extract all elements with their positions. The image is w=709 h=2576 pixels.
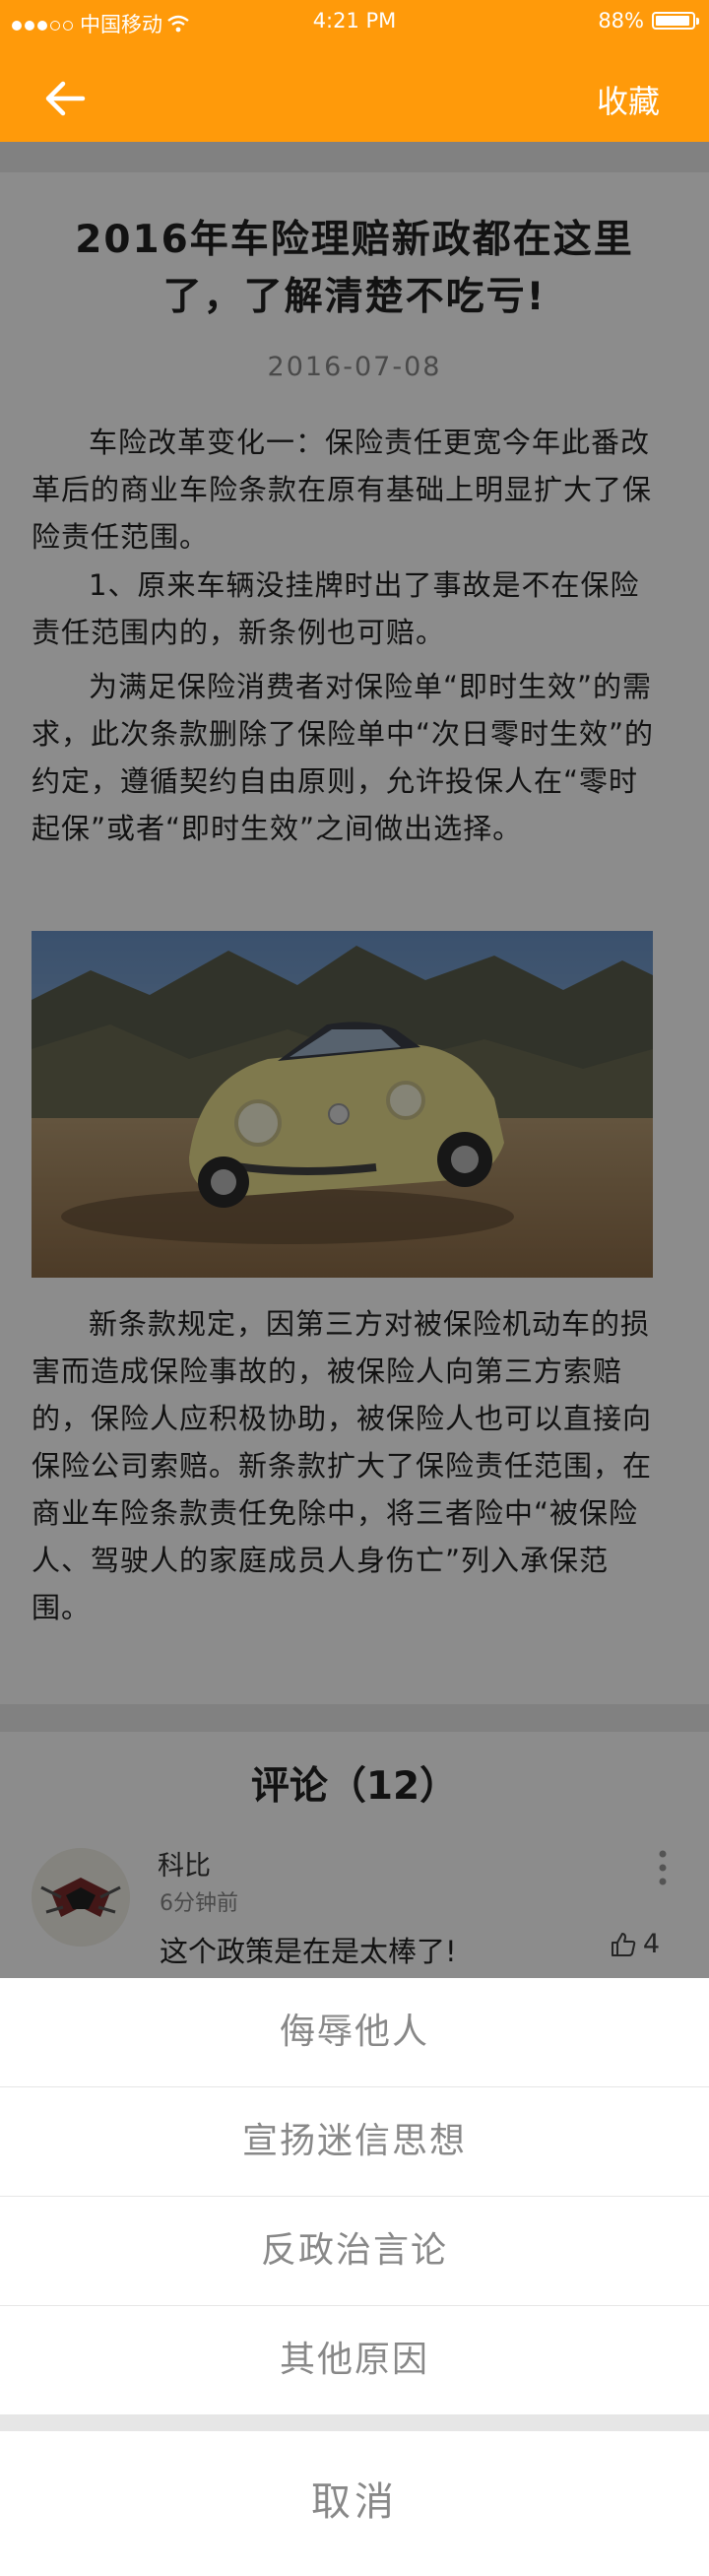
status-right: 88% <box>598 9 699 33</box>
favorite-button[interactable]: 收藏 <box>597 77 660 122</box>
battery-percent: 88% <box>598 9 644 33</box>
report-option-other[interactable]: 其他原因 <box>0 2306 709 2414</box>
report-option-superstition[interactable]: 宣扬迷信思想 <box>0 2087 709 2196</box>
back-arrow-icon[interactable] <box>43 79 87 118</box>
cancel-button[interactable]: 取消 <box>0 2431 709 2576</box>
report-option-insult[interactable]: 侮辱他人 <box>0 1978 709 2086</box>
report-action-sheet: 侮辱他人 宣扬迷信思想 反政治言论 其他原因 取消 <box>0 1978 709 2576</box>
top-bar: 中国移动 4:21 PM 88% 收藏 <box>0 0 709 142</box>
battery-icon <box>652 12 699 30</box>
report-option-political[interactable]: 反政治言论 <box>0 2197 709 2305</box>
status-bar: 中国移动 4:21 PM 88% <box>0 0 709 41</box>
